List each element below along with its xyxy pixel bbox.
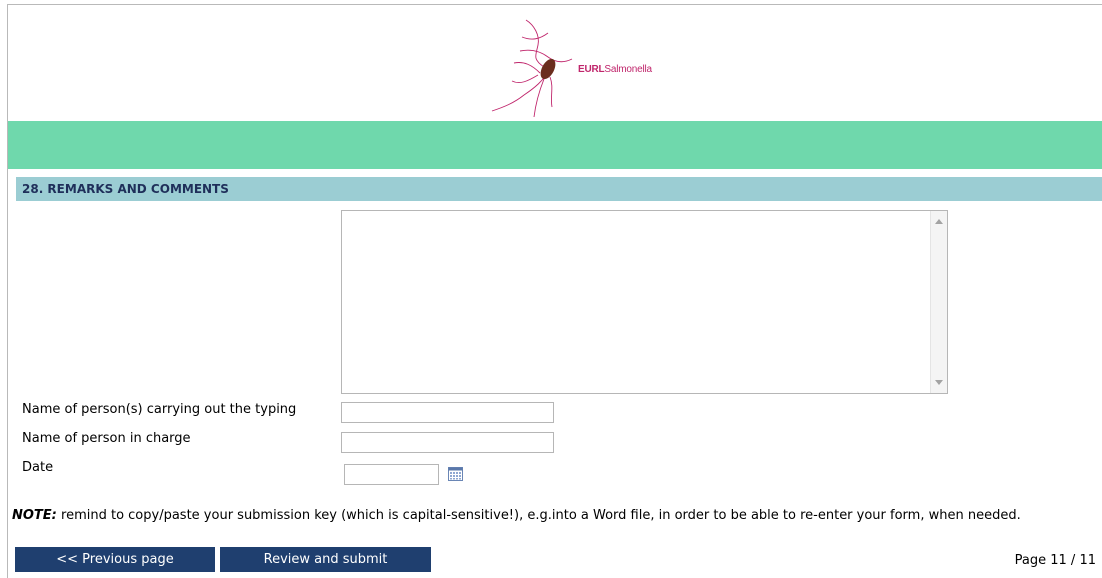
header-logo-area: EURLSalmonella [8,5,1102,121]
calendar-icon[interactable] [448,467,463,481]
section-title: 28. REMARKS AND COMMENTS [22,182,229,196]
typing-person-label: Name of person(s) carrying out the typin… [22,402,297,417]
date-label: Date [22,460,54,475]
section-header: 28. REMARKS AND COMMENTS [16,177,1102,201]
remarks-scrollbar[interactable] [930,211,947,393]
submission-key-note: NOTE: remind to copy/paste your submissi… [12,508,1102,523]
person-in-charge-label: Name of person in charge [22,431,191,446]
date-input[interactable] [344,464,439,485]
person-in-charge-input[interactable] [341,432,554,453]
remarks-textarea[interactable] [341,210,948,394]
logo-wordmark: EURLSalmonella [578,64,652,75]
typing-person-input[interactable] [341,402,554,423]
review-and-submit-button[interactable]: Review and submit [220,547,431,572]
salmonella-logo-icon [491,19,573,118]
note-text: remind to copy/paste your submission key… [56,508,1021,523]
previous-page-button[interactable]: << Previous page [15,547,215,572]
header-band [8,121,1102,169]
page-frame: EURLSalmonella 28. REMARKS AND COMMENTS … [7,4,1102,578]
note-prefix: NOTE: [12,508,57,523]
page-indicator: Page 11 / 11 [1014,553,1096,568]
arrow-down-icon[interactable] [935,380,943,385]
arrow-up-icon[interactable] [935,219,943,224]
